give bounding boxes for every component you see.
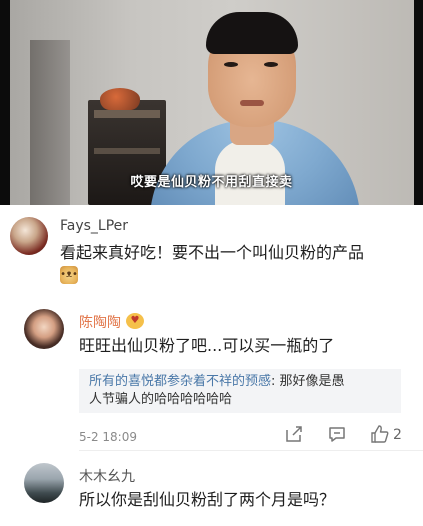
quoted-text: 那好像是愚: [279, 374, 345, 389]
reply-text: 旺旺出仙贝粉了吧...可以买一瓶的了: [79, 336, 335, 355]
avatar[interactable]: [10, 217, 48, 255]
comment-text: 看起来真好吃！要不出一个叫仙贝粉的产品: [60, 243, 365, 262]
avatar[interactable]: [24, 309, 64, 349]
reply-username[interactable]: 木木幺九: [79, 466, 135, 486]
comment-icon[interactable]: [327, 424, 347, 444]
video-player[interactable]: 哎要是仙贝粉不用刮直接卖: [0, 0, 423, 205]
background-decor: [100, 88, 140, 110]
share-icon[interactable]: [284, 424, 304, 444]
quoted-comment[interactable]: 所有的喜悦都参杂着不祥的预感: 那好像是愚 人节骗人的哈哈哈哈哈哈: [79, 369, 401, 413]
person-hair: [206, 12, 298, 54]
quoted-text-continued: 人节骗人的哈哈哈哈哈哈: [89, 392, 233, 407]
quoted-comment-line: 所有的喜悦都参杂着不祥的预感: 那好像是愚: [89, 373, 345, 391]
heart-eyes-badge-icon: ♥: [126, 313, 144, 329]
person-eye-right: [264, 62, 278, 67]
quoted-author[interactable]: 所有的喜悦都参杂着不祥的预感: [89, 374, 271, 389]
thumb-up-icon[interactable]: [370, 424, 390, 444]
like-count: 2: [393, 427, 402, 443]
avatar[interactable]: [24, 463, 64, 503]
doge-emoji-icon: •ᴥ•: [60, 266, 78, 284]
reply-timestamp: 5-2 18:09: [79, 430, 137, 444]
quoted-separator: :: [271, 374, 280, 389]
person-mouth: [240, 100, 264, 106]
comment-username[interactable]: Fays_LPer: [60, 218, 128, 234]
reply-text: 所以你是刮仙贝粉刮了两个月是吗？: [79, 490, 336, 509]
video-subtitle: 哎要是仙贝粉不用刮直接卖: [130, 175, 293, 190]
divider: [79, 450, 423, 451]
person-eye-left: [224, 62, 238, 67]
reply-username[interactable]: 陈陶陶: [79, 312, 121, 332]
